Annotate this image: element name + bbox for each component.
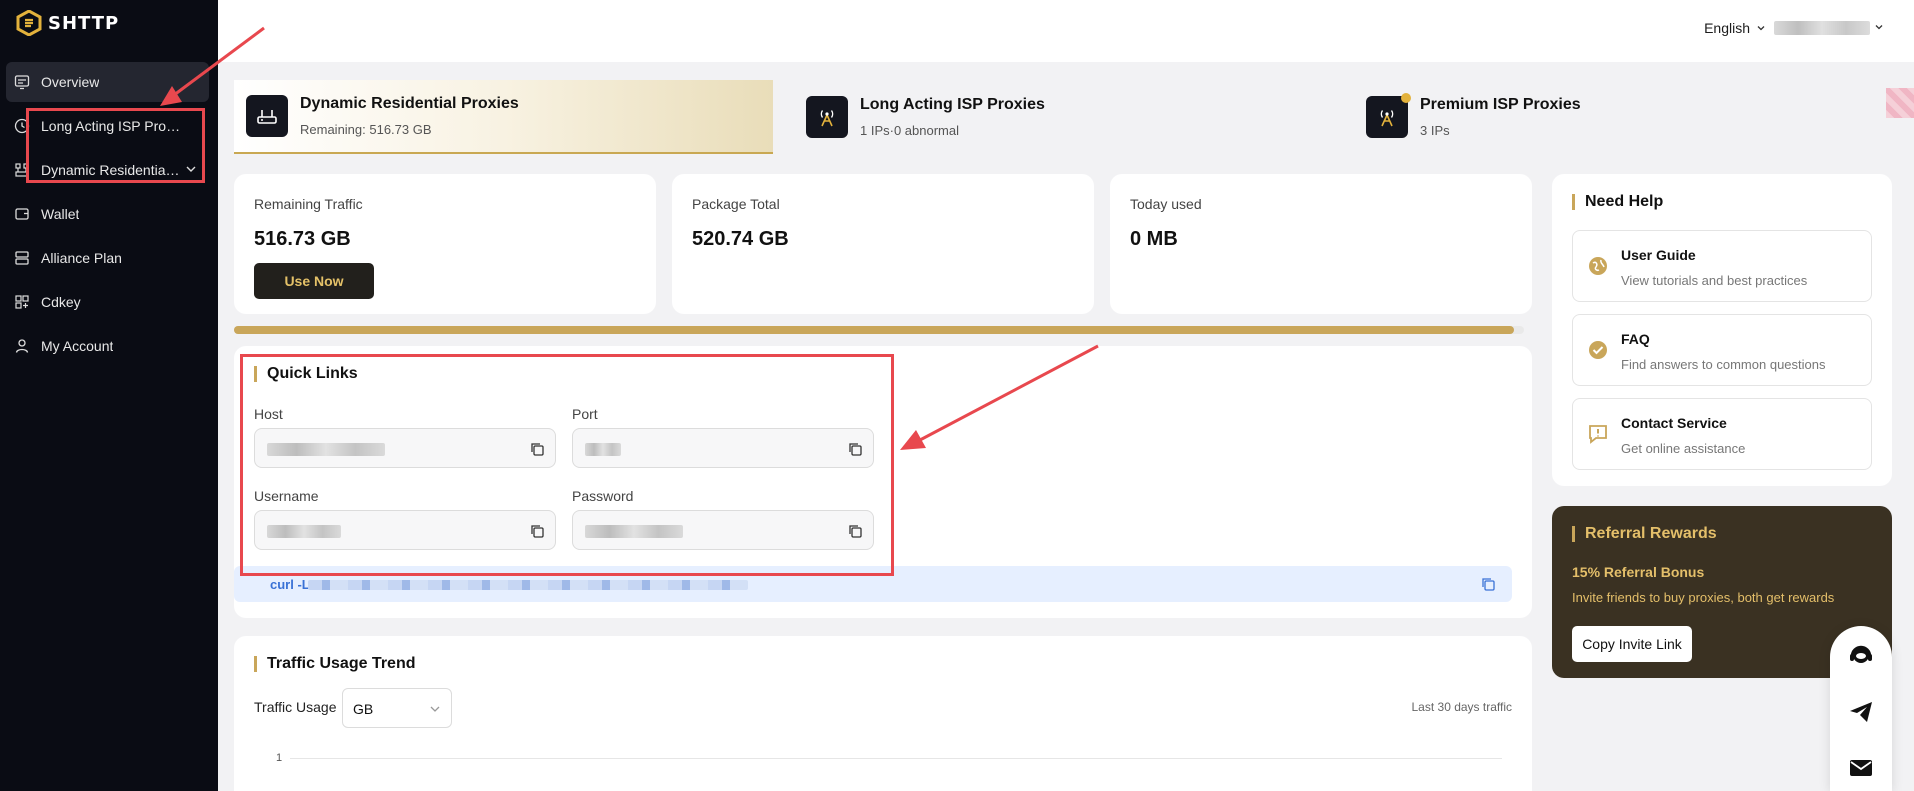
- annotation-highlight-box: [26, 108, 205, 183]
- tab-subtitle: 1 IPs·0 abnormal: [860, 123, 959, 138]
- chevron-down-icon[interactable]: [1874, 22, 1884, 32]
- key-icon: [15, 295, 29, 309]
- stat-label: Package Total: [692, 196, 780, 212]
- help-item-subtitle: Find answers to common questions: [1621, 357, 1826, 372]
- redacted-avatar: [1886, 88, 1914, 118]
- sidebar-item-label: Alliance Plan: [41, 250, 122, 266]
- sidebar-item-label: Wallet: [41, 206, 80, 222]
- support-agent-icon[interactable]: [1847, 642, 1875, 670]
- section-title: Referral Rewards: [1572, 526, 1717, 542]
- help-item-contact-service[interactable]: Contact Service Get online assistance: [1572, 398, 1872, 470]
- top-bar: English: [218, 0, 1914, 62]
- product-tabs: Dynamic Residential Proxies Remaining: 5…: [234, 80, 1914, 154]
- need-help-panel: Need Help User Guide View tutorials and …: [1552, 174, 1892, 486]
- copy-icon[interactable]: [1480, 576, 1496, 592]
- chevron-down-icon: [1757, 26, 1765, 31]
- sidebar-item-label: My Account: [41, 338, 114, 354]
- curl-command-text: curl -L: [270, 577, 310, 592]
- language-label: English: [1704, 20, 1750, 36]
- stat-value: 516.73 GB: [254, 228, 351, 250]
- stat-card-remaining: Remaining Traffic 516.73 GB Use Now: [234, 174, 656, 314]
- tab-dynamic-residential[interactable]: Dynamic Residential Proxies Remaining: 5…: [234, 80, 773, 154]
- tab-title: Premium ISP Proxies: [1420, 96, 1581, 113]
- user-account-name-redacted[interactable]: [1774, 21, 1870, 35]
- sidebar-item-cdkey[interactable]: Cdkey: [6, 282, 209, 322]
- copy-invite-link-button[interactable]: Copy Invite Link: [1572, 626, 1692, 662]
- brand-name: SHTTP: [48, 12, 120, 34]
- check-circle-icon: [1589, 341, 1607, 359]
- chevron-down-icon: [430, 706, 440, 712]
- globe-icon: [1589, 257, 1607, 275]
- mail-icon[interactable]: [1847, 754, 1875, 782]
- tab-title: Long Acting ISP Proxies: [860, 96, 1045, 113]
- help-item-user-guide[interactable]: User Guide View tutorials and best pract…: [1572, 230, 1872, 302]
- tab-long-acting-isp[interactable]: Long Acting ISP Proxies 1 IPs·0 abnormal: [794, 80, 1314, 154]
- traffic-filter-label: Traffic Usage: [254, 699, 337, 715]
- tab-premium-isp[interactable]: Premium ISP Proxies 3 IPs: [1354, 80, 1854, 154]
- stat-label: Remaining Traffic: [254, 196, 363, 212]
- curl-command-redacted: [308, 580, 748, 590]
- tab-subtitle: Remaining: 516.73 GB: [300, 122, 432, 137]
- server-icon: [15, 251, 29, 265]
- use-now-button[interactable]: Use Now: [254, 263, 374, 299]
- language-selector[interactable]: English: [1704, 20, 1766, 36]
- stat-card-package-total: Package Total 520.74 GB: [672, 174, 1094, 314]
- help-item-faq[interactable]: FAQ Find answers to common questions: [1572, 314, 1872, 386]
- y-axis-tick: 1: [276, 752, 283, 764]
- help-item-title: Contact Service: [1621, 415, 1727, 431]
- unit-select-value: GB: [353, 701, 374, 717]
- stat-value: 0 MB: [1130, 228, 1178, 250]
- annotation-highlight-box: [240, 354, 894, 576]
- tab-title: Dynamic Residential Proxies: [300, 95, 519, 112]
- help-item-subtitle: View tutorials and best practices: [1621, 273, 1808, 288]
- chart-gridline: [290, 758, 1502, 759]
- telegram-icon[interactable]: [1847, 698, 1875, 726]
- traffic-progress-bar: [234, 326, 1524, 334]
- overview-icon: [14, 75, 30, 90]
- logo-icon: [16, 10, 42, 36]
- stat-card-today-used: Today used 0 MB: [1110, 174, 1532, 314]
- help-item-title: User Guide: [1621, 247, 1696, 263]
- sidebar-item-overview[interactable]: Overview: [6, 62, 209, 102]
- sidebar-item-alliance-plan[interactable]: Alliance Plan: [6, 238, 209, 278]
- sidebar-item-my-account[interactable]: My Account: [6, 326, 209, 366]
- help-item-title: FAQ: [1621, 331, 1650, 347]
- wallet-icon: [15, 208, 29, 220]
- sidebar-item-wallet[interactable]: Wallet: [6, 194, 209, 234]
- section-title: Need Help: [1572, 194, 1663, 210]
- user-icon: [15, 339, 29, 353]
- antenna-icon: [1366, 93, 1411, 138]
- floating-contact-bar: [1830, 626, 1892, 791]
- router-icon: [246, 95, 288, 137]
- section-title: Traffic Usage Trend: [254, 656, 416, 672]
- sidebar-item-label: Overview: [41, 74, 100, 90]
- sidebar-item-label: Cdkey: [41, 294, 81, 310]
- stat-label: Today used: [1130, 196, 1202, 212]
- antenna-icon: [806, 96, 848, 138]
- traffic-progress-fill: [234, 326, 1514, 334]
- referral-description: Invite friends to buy proxies, both get …: [1572, 590, 1835, 605]
- referral-bonus: 15% Referral Bonus: [1572, 564, 1705, 580]
- chat-alert-icon: [1589, 425, 1607, 444]
- brand-logo[interactable]: SHTTP: [16, 10, 119, 36]
- premium-badge: [1401, 93, 1411, 103]
- unit-select[interactable]: GB: [342, 688, 452, 728]
- tab-subtitle: 3 IPs: [1420, 123, 1450, 138]
- help-item-subtitle: Get online assistance: [1621, 441, 1746, 456]
- stat-value: 520.74 GB: [692, 228, 789, 250]
- range-note: Last 30 days traffic: [1411, 700, 1513, 714]
